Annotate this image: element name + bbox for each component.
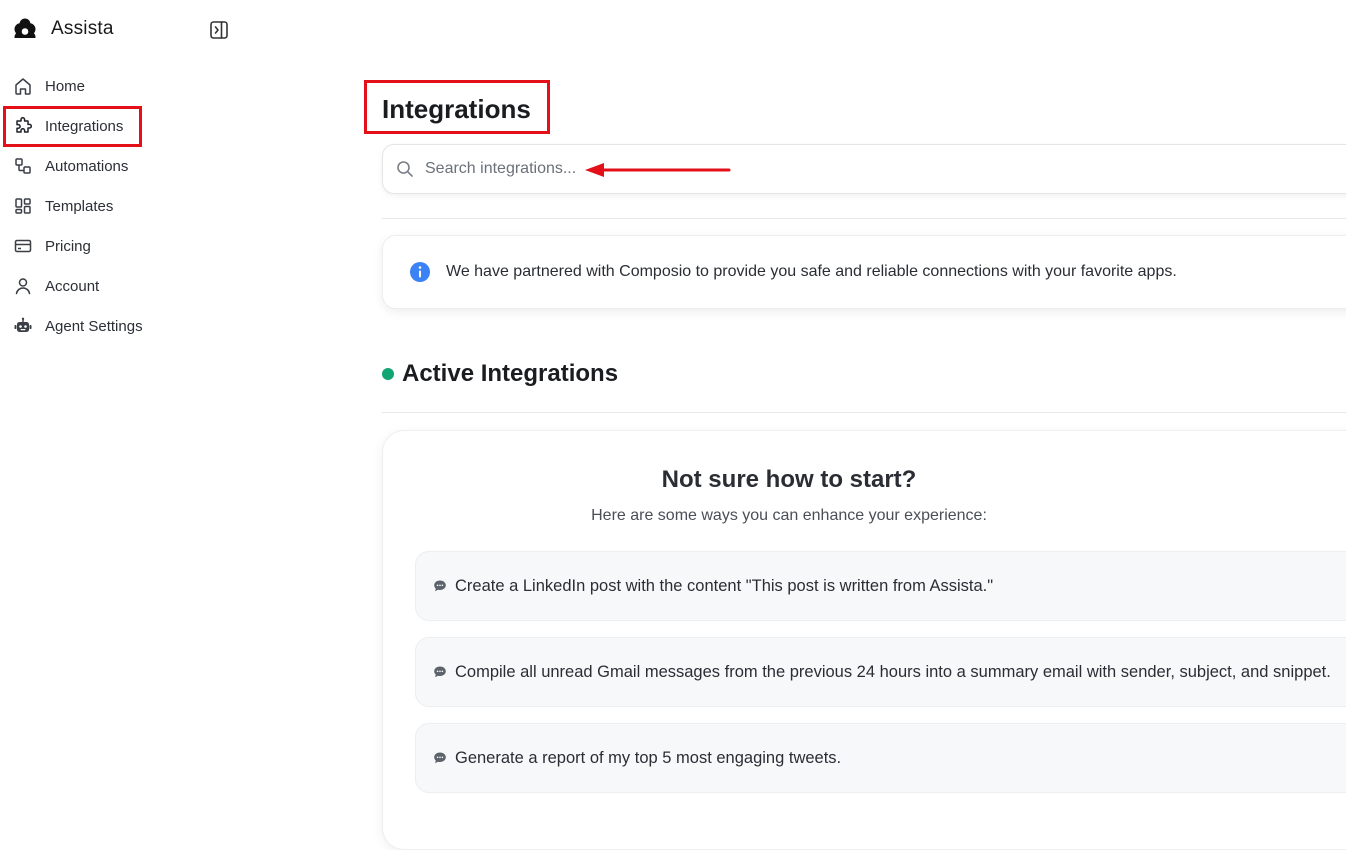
sidebar-item-label: Account	[45, 277, 100, 295]
sidebar-item-label: Integrations	[45, 117, 124, 135]
suggestion-text: Create a LinkedIn post with the content …	[455, 576, 994, 595]
sidebar-item-automations[interactable]: Automations	[12, 151, 212, 181]
sidebar-item-label: Automations	[45, 157, 129, 175]
status-dot	[382, 368, 394, 380]
puzzle-icon	[12, 115, 34, 137]
sidebar-item-label: Home	[45, 77, 86, 95]
chat-bubble-icon	[433, 579, 447, 593]
home-icon	[12, 75, 34, 97]
sidebar-item-integrations[interactable]: Integrations	[12, 111, 212, 141]
sidebar-item-agent-settings[interactable]: Agent Settings	[12, 311, 212, 341]
app-name: Assista	[51, 18, 114, 39]
section-title: Active Integrations	[402, 360, 619, 387]
workflow-icon	[12, 155, 34, 177]
credit-card-icon	[12, 235, 34, 257]
empty-state-subtitle: Here are some ways you can enhance your …	[591, 507, 987, 524]
sidebar-item-pricing[interactable]: Pricing	[12, 231, 212, 261]
sidebar-item-label: Templates	[45, 197, 114, 215]
divider	[382, 218, 1346, 219]
search-icon	[395, 159, 415, 179]
page-title: Integrations	[382, 94, 531, 124]
suggestion-item[interactable]: Generate a report of my top 5 most engag…	[415, 723, 1346, 793]
user-icon	[12, 275, 34, 297]
sidebar-item-label: Agent Settings	[45, 317, 143, 335]
suggestion-item[interactable]: Create a LinkedIn post with the content …	[415, 551, 1346, 621]
sidebar-toggle-icon[interactable]	[208, 19, 230, 41]
brand[interactable]: Assista	[12, 14, 114, 44]
sidebar-item-account[interactable]: Account	[12, 271, 212, 301]
robot-icon	[12, 315, 34, 337]
chat-bubble-icon	[433, 751, 447, 765]
empty-state-card: Not sure how to start? Here are some way…	[382, 430, 1346, 850]
info-banner-text: We have partnered with Composio to provi…	[446, 263, 1177, 280]
sidebar-item-home[interactable]: Home	[12, 71, 212, 101]
suggestion-item[interactable]: Compile all unread Gmail messages from t…	[415, 637, 1346, 707]
sidebar-item-templates[interactable]: Templates	[12, 191, 212, 221]
chat-bubble-icon	[433, 665, 447, 679]
search-input[interactable]	[423, 159, 1227, 179]
suggestion-text: Compile all unread Gmail messages from t…	[455, 662, 1331, 681]
suggestion-text: Generate a report of my top 5 most engag…	[455, 748, 842, 767]
search-bar[interactable]	[382, 144, 1346, 194]
sidebar: Assista Home Integrations Automations Te…	[0, 0, 240, 801]
info-banner: We have partnered with Composio to provi…	[382, 235, 1346, 309]
info-icon	[409, 261, 431, 283]
active-integrations-header: Active Integrations	[382, 358, 618, 390]
divider	[382, 412, 1346, 413]
empty-state-title: Not sure how to start?	[661, 466, 917, 493]
layout-grid-icon	[12, 195, 34, 217]
assista-logo-icon	[12, 16, 38, 42]
sidebar-item-label: Pricing	[45, 237, 91, 255]
